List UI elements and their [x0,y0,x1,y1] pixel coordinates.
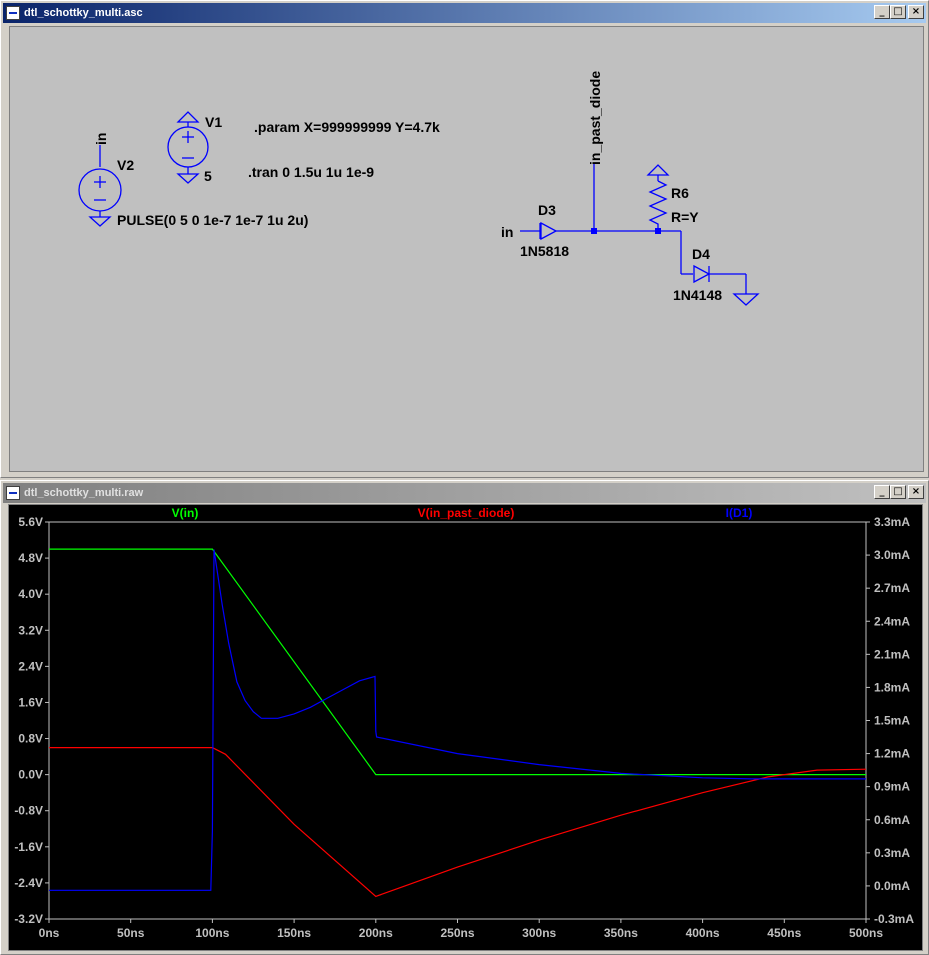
x-tick-label: 50ns [117,926,145,940]
right-tick-label: 0.9mA [874,780,910,794]
left-tick-label: -1.6V [14,840,43,854]
right-tick-label: 0.3mA [874,846,910,860]
schematic-canvas[interactable]: in V2 PULSE(0 5 0 1e-7 1e-7 1u 2u) V1 5 … [9,26,924,472]
left-tick-label: 2.4V [18,659,43,673]
right-tick-label: 2.1mA [874,647,910,661]
x-tick-label: 250ns [440,926,474,940]
minimize-button[interactable]: _ [874,485,890,499]
legend-series-2: V(in_past_diode) [418,506,515,520]
left-tick-label: 0.0V [18,768,43,782]
param-directive: .param X=999999999 Y=4.7k [254,119,440,135]
schematic-window-title: dtl_schottky_multi.asc [24,7,143,19]
x-tick-label: 500ns [849,926,883,940]
v1-value: 5 [204,168,212,184]
close-button[interactable]: × [908,485,924,499]
v2-net-label: in [93,133,109,145]
left-tick-label: 4.0V [18,587,43,601]
in-net-label: in [501,224,513,240]
left-tick-label: -0.8V [14,804,43,818]
v2-source[interactable] [78,145,122,227]
schematic-doc-icon [6,6,20,20]
v2-value: PULSE(0 5 0 1e-7 1e-7 1u 2u) [117,212,308,228]
close-button[interactable]: × [908,5,924,19]
right-tick-label: 1.5mA [874,714,910,728]
right-tick-label: -0.3mA [874,912,914,926]
d3-name: D3 [538,202,556,218]
series-line-3 [49,549,866,891]
series-line-2 [49,747,867,898]
d4-model: 1N4148 [673,287,722,303]
v1-name: V1 [205,114,222,130]
right-tick-label: 1.8mA [874,680,910,694]
right-tick-label: 3.0mA [874,548,910,562]
maximize-button[interactable]: □ [890,485,906,499]
left-tick-label: 4.8V [18,551,43,565]
tran-directive: .tran 0 1.5u 1u 1e-9 [248,164,374,180]
r6-resistor[interactable] [646,164,670,231]
x-tick-label: 350ns [604,926,638,940]
left-tick-label: 3.2V [18,623,43,637]
left-tick-label: 0.8V [18,732,43,746]
v2-name: V2 [117,157,134,173]
v1-source[interactable] [167,111,209,184]
right-tick-label: 0.0mA [874,879,910,893]
plot-doc-icon [6,486,20,500]
left-tick-label: 5.6V [18,515,43,529]
minimize-button[interactable]: _ [874,5,890,19]
plot-window-buttons: _ □ × [874,485,924,499]
x-tick-label: 400ns [686,926,720,940]
legend-series-1: V(in) [172,506,199,520]
in-past-diode-label: in_past_diode [587,71,603,165]
schematic-window-buttons: _ □ × [874,5,924,19]
r6-value: R=Y [671,209,699,225]
d4-name: D4 [692,246,710,262]
d3-diode[interactable] [520,221,594,241]
plot-titlebar[interactable]: dtl_schottky_multi.raw _ □ × [3,483,926,503]
x-tick-label: 200ns [359,926,393,940]
waveform-chart: 0ns 50ns 100ns 150ns 200ns 250ns 300ns 350ns 400… [14,506,914,940]
d3-model: 1N5818 [520,243,569,259]
right-tick-label: 2.7mA [874,581,910,595]
legend-series-3: I(D1) [726,506,753,520]
plot-window-title: dtl_schottky_multi.raw [24,487,144,499]
plot-frame [48,521,867,920]
x-tick-label: 100ns [195,926,229,940]
right-tick-label: 0.6mA [874,813,910,827]
maximize-button[interactable]: □ [890,5,906,19]
r6-name: R6 [671,185,689,201]
schematic-titlebar[interactable]: dtl_schottky_multi.asc _ □ × [3,3,926,23]
left-tick-label: 1.6V [18,695,43,709]
left-tick-label: -2.4V [14,876,43,890]
x-tick-label: 150ns [277,926,311,940]
waveform-plot-pane[interactable]: 0ns 50ns 100ns 150ns 200ns 250ns 300ns 350ns 400… [8,504,923,951]
series-line-1 [49,548,866,776]
right-tick-label: 3.3mA [874,515,910,529]
right-tick-label: 2.4mA [874,614,910,628]
schematic-svg: in V2 PULSE(0 5 0 1e-7 1e-7 1u 2u) V1 5 … [78,71,760,306]
x-tick-label: 0ns [39,926,60,940]
schematic-window: dtl_schottky_multi.asc _ □ × in V2 PULSE… [0,0,929,478]
x-tick-label: 300ns [522,926,556,940]
x-tick-label: 450ns [767,926,801,940]
right-tick-label: 1.2mA [874,747,910,761]
left-tick-label: -3.2V [14,912,43,926]
